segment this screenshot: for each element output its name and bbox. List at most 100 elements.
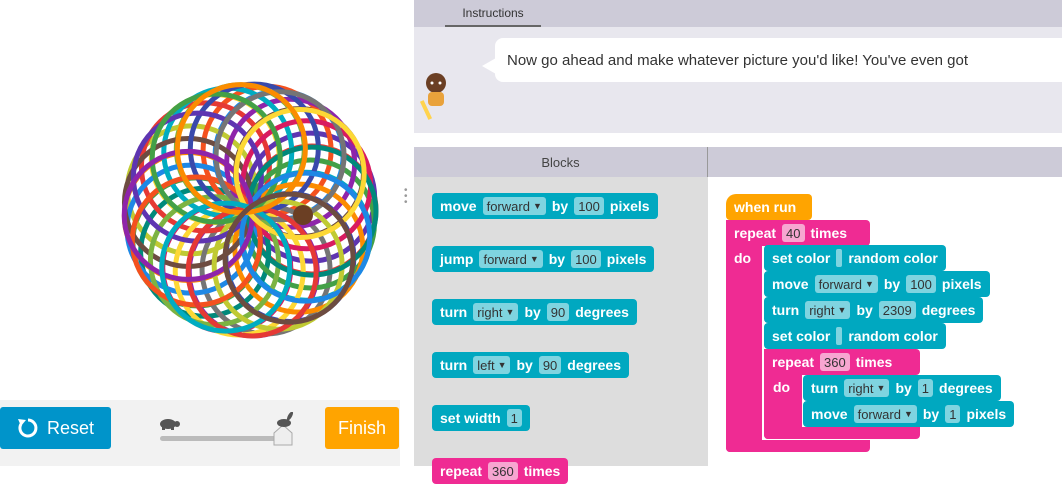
block-text: repeat — [772, 354, 815, 370]
number-input[interactable]: 2309 — [878, 301, 916, 319]
block-text: random color — [848, 328, 938, 344]
block-text: set color — [772, 250, 831, 266]
direction-dropdown[interactable]: right ▼ — [805, 301, 851, 319]
number-input[interactable]: 360 — [488, 462, 518, 480]
reset-icon — [17, 418, 38, 438]
inner-repeat-footer — [764, 427, 920, 439]
toolbox-turn-left-block[interactable]: turn left ▼ by 90 degrees — [432, 352, 629, 378]
color-input-slot — [836, 327, 843, 345]
outer-repeat-footer — [726, 440, 870, 452]
toolbox-turn-right-block[interactable]: turn right ▼ by 90 degrees — [432, 299, 637, 325]
number-input[interactable]: 100 — [571, 250, 601, 268]
finish-button[interactable]: Finish — [325, 407, 399, 449]
block-text: set width — [440, 410, 501, 426]
dropdown-arrow-icon: ▼ — [876, 383, 886, 393]
number-input[interactable]: 1 — [917, 379, 934, 397]
section-gap — [414, 133, 1062, 147]
outer-do-label: do — [734, 250, 752, 266]
block-text: times — [523, 463, 561, 479]
panel-divider[interactable] — [400, 0, 414, 466]
block-text: times — [810, 225, 848, 241]
direction-dropdown[interactable]: left ▼ — [473, 356, 511, 374]
toolbox-move-block[interactable]: move forward ▼ by 100 pixels — [432, 193, 658, 219]
block-text: move — [811, 406, 848, 422]
blocks-header-label: Blocks — [414, 147, 708, 177]
drawing-canvas — [121, 81, 379, 339]
block-text: turn — [811, 380, 839, 396]
dropdown-arrow-icon: ▼ — [864, 279, 874, 289]
block-text: degrees — [939, 380, 993, 396]
block-text: pixels — [941, 276, 982, 292]
set-color-block[interactable]: set color random color — [764, 323, 946, 349]
block-text: times — [855, 354, 893, 370]
instructions-bubble: Now go ahead and make whatever picture y… — [495, 38, 1062, 82]
direction-dropdown[interactable]: forward ▼ — [814, 275, 878, 293]
dropdown-value: left — [477, 357, 495, 373]
block-text: move — [772, 276, 809, 292]
inner-do-label: do — [773, 379, 791, 395]
number-input[interactable]: 100 — [574, 197, 604, 215]
dropdown-value: right — [809, 302, 835, 318]
number-input[interactable]: 1 — [945, 405, 961, 423]
block-text: degrees — [575, 304, 629, 320]
set-color-block[interactable]: set color random color — [764, 245, 946, 271]
direction-dropdown[interactable]: right ▼ — [473, 303, 519, 321]
block-text: random color — [848, 250, 938, 266]
block-text: pixels — [966, 406, 1007, 422]
number-input[interactable]: 360 — [820, 353, 850, 371]
turn-block[interactable]: turn right ▼ by 1 degrees — [803, 375, 1001, 401]
dropdown-arrow-icon: ▼ — [532, 201, 542, 211]
block-text: pixels — [609, 198, 650, 214]
turn-block[interactable]: turn right ▼ by 2309 degrees — [764, 297, 984, 323]
move-block[interactable]: move forward ▼ by 100 pixels — [764, 271, 990, 297]
dropdown-value: forward — [486, 198, 530, 214]
direction-dropdown[interactable]: forward ▼ — [479, 250, 543, 268]
speed-slider-track[interactable] — [160, 436, 278, 441]
color-input-slot — [836, 249, 843, 267]
dropdown-arrow-icon: ▼ — [903, 409, 913, 419]
dropdown-value: forward — [483, 251, 527, 267]
dropdown-arrow-icon: ▼ — [529, 254, 539, 264]
when-run-block[interactable]: when run — [726, 194, 812, 220]
toolbox-repeat-block[interactable]: repeat 360 times — [432, 458, 569, 484]
block-text: by — [516, 357, 533, 373]
number-input[interactable]: 1 — [506, 409, 522, 427]
number-input[interactable]: 90 — [546, 303, 570, 321]
turtle-icon — [160, 419, 180, 430]
reset-button[interactable]: Reset — [0, 407, 111, 449]
direction-dropdown[interactable]: right ▼ — [844, 379, 890, 397]
block-text: move — [440, 198, 477, 214]
number-input[interactable]: 90 — [538, 356, 562, 374]
outer-repeat-block[interactable]: repeat 40 times — [726, 220, 870, 246]
move-block[interactable]: move forward ▼ by 1 pixels — [803, 401, 1015, 427]
inner-repeat-block[interactable]: repeat 360 times — [764, 349, 920, 375]
block-text: by — [856, 302, 873, 318]
dropdown-arrow-icon: ▼ — [505, 307, 515, 317]
block-text: jump — [440, 251, 474, 267]
block-text: repeat — [734, 225, 777, 241]
visualization-panel: Reset Finish — [0, 0, 400, 466]
speech-bubble-tail — [482, 58, 496, 74]
direction-dropdown[interactable]: forward ▼ — [482, 197, 546, 215]
toolbox-set-width-block[interactable]: set width 1 — [432, 405, 530, 431]
number-input[interactable]: 100 — [906, 275, 936, 293]
dropdown-arrow-icon: ▼ — [497, 360, 507, 370]
block-text: when run — [734, 199, 797, 215]
dropdown-value: forward — [857, 406, 901, 422]
drag-grip-icon[interactable]: • • • — [404, 186, 410, 208]
tab-instructions[interactable]: Instructions — [445, 0, 541, 27]
block-text: turn — [440, 357, 468, 373]
direction-dropdown[interactable]: forward ▼ — [853, 405, 917, 423]
block-text: pixels — [606, 251, 647, 267]
block-text: by — [524, 304, 541, 320]
reset-label: Reset — [46, 417, 95, 438]
block-text: by — [548, 251, 566, 267]
number-input[interactable]: 40 — [782, 224, 805, 242]
dropdown-value: right — [848, 380, 874, 396]
dropdown-value: forward — [818, 276, 862, 292]
block-text: by — [922, 406, 940, 422]
rabbit-icon — [277, 412, 294, 427]
block-text: repeat — [440, 463, 483, 479]
block-text: turn — [772, 302, 800, 318]
toolbox-jump-block[interactable]: jump forward ▼ by 100 pixels — [432, 246, 655, 272]
